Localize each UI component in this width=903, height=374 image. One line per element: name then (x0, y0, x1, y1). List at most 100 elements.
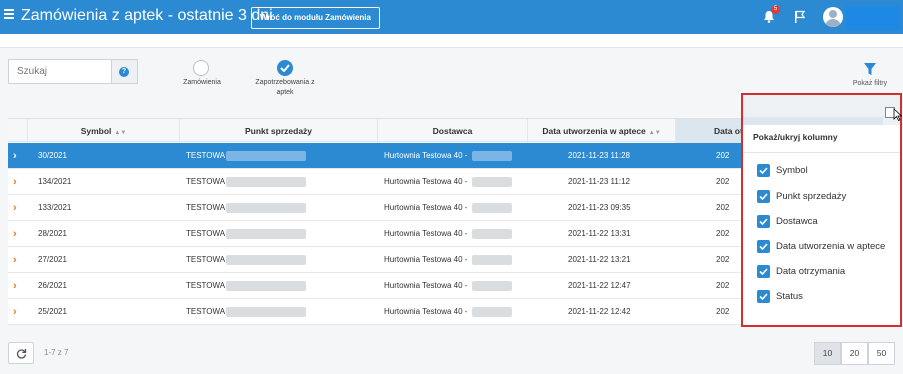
redacted-text (226, 177, 306, 187)
sort-icon: ▲▼ (114, 130, 127, 136)
back-to-orders-button[interactable]: Wróć do modułu Zamówienia (251, 7, 380, 29)
column-option-data-utworzenia[interactable]: Data utworzenia w aptece (757, 240, 897, 254)
check-icon (759, 243, 768, 250)
column-option-label: Data utworzenia w aptece (776, 241, 886, 252)
check-icon (759, 218, 768, 225)
redacted-text (472, 177, 512, 187)
cell-data-otrzymania: 202 (716, 229, 730, 238)
radio-orders[interactable] (193, 60, 209, 76)
check-icon (759, 167, 768, 174)
avatar-body (825, 19, 841, 27)
flag-icon[interactable] (794, 10, 805, 23)
radio-orders-label: Zamówienia (183, 79, 221, 86)
chevron-right-icon[interactable]: › (13, 247, 17, 273)
show-filters-label[interactable]: Pokaż filtry (850, 80, 890, 87)
checkbox-checked[interactable] (757, 164, 770, 177)
column-option-punkt[interactable]: Punkt sprzedaży (757, 190, 897, 204)
header-symbol[interactable]: Symbol ▲▼ (28, 119, 180, 143)
column-option-label: Status (776, 291, 803, 302)
column-option-dostawca[interactable]: Dostawca (757, 215, 897, 229)
chevron-right-icon[interactable]: › (13, 169, 17, 195)
redacted-text (226, 229, 306, 239)
column-option-label: Dostawca (776, 216, 818, 227)
notification-badge: 5 (771, 5, 780, 14)
cell-punkt: TESTOWA (186, 307, 226, 316)
cell-data: 2021-11-22 13:21 (568, 255, 631, 264)
cell-punkt: TESTOWA (186, 151, 226, 160)
cell-data: 2021-11-22 12:47 (568, 281, 631, 290)
record-count: 1-7 z 7 (44, 348, 69, 357)
refresh-button[interactable] (8, 342, 34, 364)
cell-data-otrzymania: 202 (716, 307, 730, 316)
cell-data-otrzymania: 202 (716, 151, 730, 160)
header-subband (0, 34, 903, 48)
column-option-symbol[interactable]: Symbol (757, 164, 897, 178)
redacted-text (472, 307, 512, 317)
column-option-label: Symbol (776, 165, 808, 176)
redacted-text (226, 151, 306, 161)
header-data-utworzenia[interactable]: Data utworzenia w aptece ▲▼ (528, 119, 676, 143)
redacted-text (226, 255, 306, 265)
header-punkt[interactable]: Punkt sprzedaży (180, 119, 378, 143)
cell-data: 2021-11-22 12:42 (568, 307, 631, 316)
chevron-right-icon[interactable]: › (13, 299, 17, 325)
radio-requisitions-label: Zapotrzebowania z aptek (255, 79, 315, 96)
cell-dostawca: Hurtownia Testowa 40 - (384, 151, 468, 160)
cell-dostawca: Hurtownia Testowa 40 - (384, 281, 468, 290)
column-panel-title: Pokaż/ukryj kolumny (753, 132, 838, 142)
radio-requisitions[interactable] (277, 60, 293, 76)
redacted-text (226, 203, 306, 213)
check-icon (280, 64, 290, 72)
help-icon: ? (119, 67, 129, 77)
cell-symbol: 28/2021 (38, 229, 67, 238)
cell-data-otrzymania: 202 (716, 281, 730, 290)
redacted-text (472, 229, 512, 239)
checkbox-checked[interactable] (757, 190, 770, 203)
cell-symbol: 25/2021 (38, 307, 67, 316)
header-dostawca[interactable]: Dostawca (378, 119, 528, 143)
user-avatar[interactable] (823, 7, 843, 27)
divider (743, 152, 900, 153)
check-icon (759, 268, 768, 275)
checkbox-checked[interactable] (757, 290, 770, 303)
checkbox-checked[interactable] (757, 240, 770, 253)
top-bar: Zamówienia z aptek - ostatnie 3 dni Wróć… (0, 0, 903, 34)
header-expand (8, 119, 28, 143)
cell-dostawca: Hurtownia Testowa 40 - (384, 203, 468, 212)
check-icon (759, 193, 768, 200)
column-option-data-otrzymania[interactable]: Data otrzymania (757, 265, 897, 279)
redacted-text (472, 255, 512, 265)
cell-dostawca: Hurtownia Testowa 40 - (384, 255, 468, 264)
cell-symbol: 134/2021 (38, 177, 72, 186)
filter-icon[interactable] (864, 63, 876, 76)
hamburger-menu-icon[interactable] (4, 9, 14, 21)
column-panel-header (743, 95, 900, 125)
chevron-right-icon[interactable]: › (13, 195, 17, 221)
checkbox-checked[interactable] (757, 215, 770, 228)
search-input[interactable] (8, 59, 112, 84)
user-name-block[interactable] (846, 6, 900, 30)
page-size-10[interactable]: 10 (814, 342, 841, 365)
chevron-right-icon[interactable]: › (13, 273, 17, 299)
cell-punkt: TESTOWA (186, 203, 226, 212)
redacted-text (226, 281, 306, 291)
checkbox-checked[interactable] (757, 265, 770, 278)
cell-data: 2021-11-22 13:31 (568, 229, 631, 238)
page-size-50[interactable]: 50 (868, 342, 895, 365)
cell-data: 2021-11-23 11:28 (568, 151, 630, 160)
column-panel-strip (743, 117, 883, 125)
chevron-right-icon[interactable]: › (13, 143, 17, 169)
chevron-right-icon[interactable]: › (13, 221, 17, 247)
column-option-status[interactable]: Status (757, 290, 897, 304)
page-size-20[interactable]: 20 (841, 342, 868, 365)
cell-punkt: TESTOWA (186, 177, 226, 186)
check-icon (759, 293, 768, 300)
header-data-utworzenia-label: Data utworzenia w aptece (542, 126, 646, 136)
redacted-text (472, 151, 512, 161)
page-title: Zamówienia z aptek - ostatnie 3 dni (21, 7, 273, 24)
redacted-text (226, 307, 306, 317)
refresh-icon (16, 349, 27, 359)
help-button[interactable]: ? (112, 59, 138, 84)
cell-punkt: TESTOWA (186, 281, 226, 290)
cell-data-otrzymania: 202 (716, 255, 730, 264)
